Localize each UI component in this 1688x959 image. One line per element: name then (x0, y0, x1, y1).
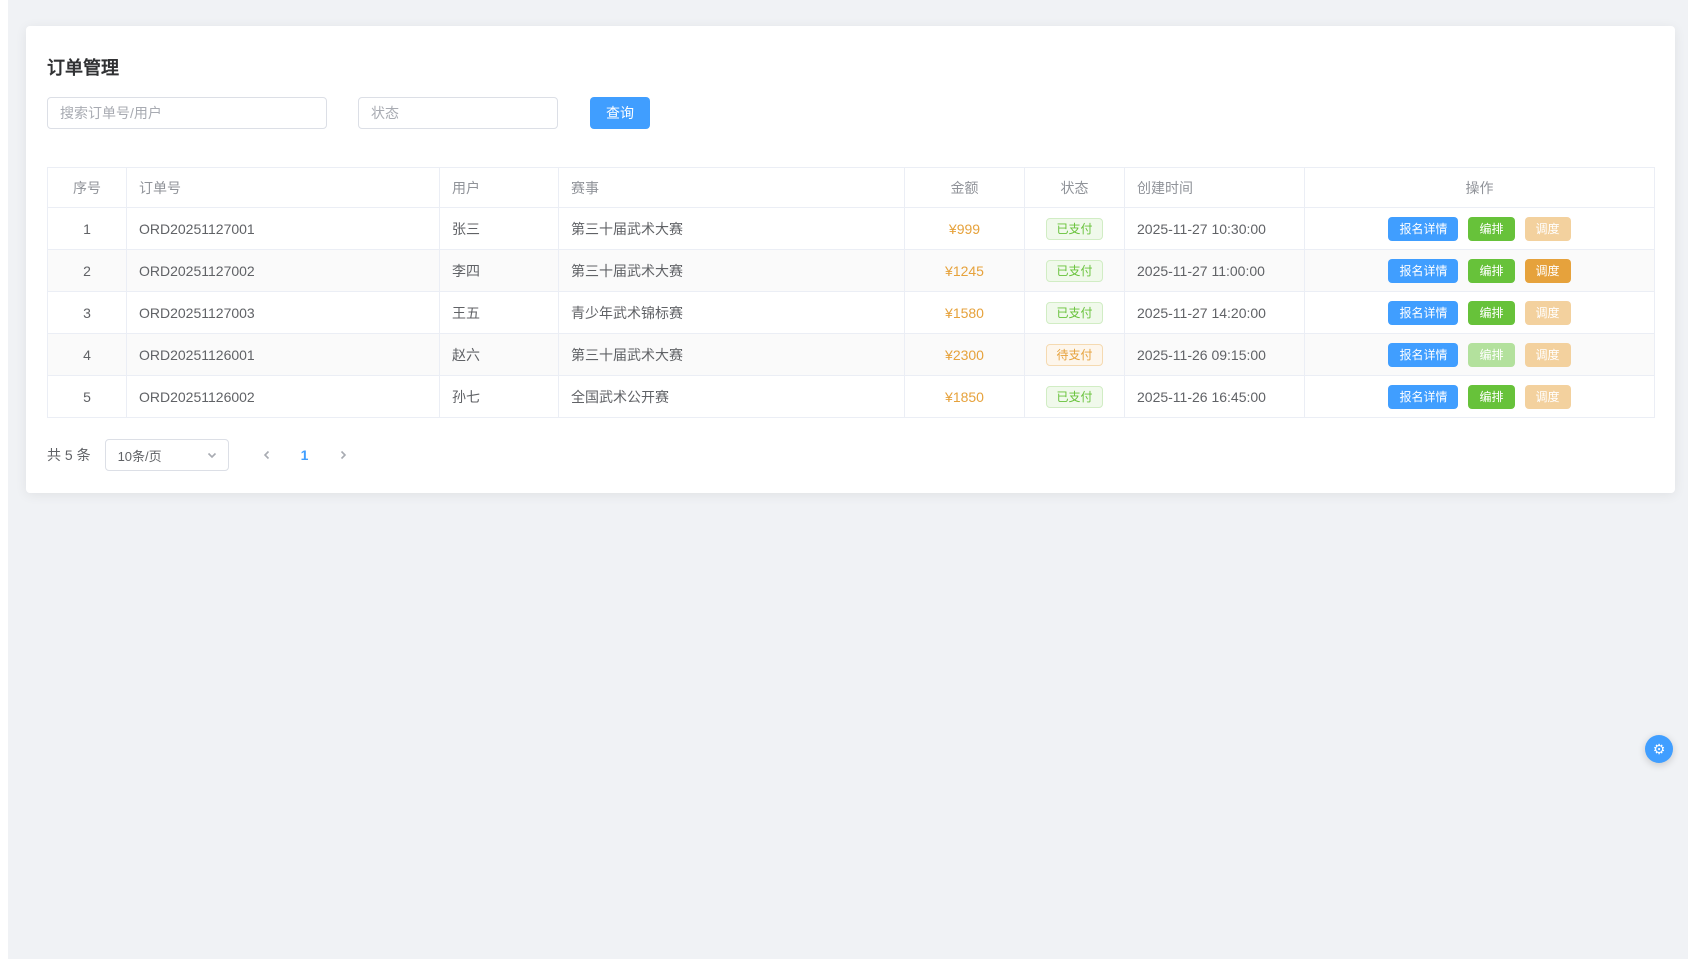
cell-actions: 报名详情编排调度 (1305, 376, 1655, 418)
column-header-createdAt: 创建时间 (1125, 168, 1305, 208)
gear-icon: ⚙ (1653, 742, 1666, 756)
cell-createdAt: 2025-11-26 16:45:00 (1125, 376, 1305, 418)
cell-orderNo: ORD20251127003 (127, 292, 440, 334)
chevron-down-icon (206, 449, 218, 461)
cell-amount: ¥999 (905, 208, 1025, 250)
cell-user: 王五 (440, 292, 559, 334)
column-header-event: 赛事 (559, 168, 905, 208)
table-row: 2ORD20251127002李四第三十届武术大赛 ¥1245 已支付 2025-11… (48, 250, 1655, 292)
dispatch-button[interactable]: 调度 (1525, 259, 1571, 283)
cell-orderNo: ORD20251127001 (127, 208, 440, 250)
orders-table: 序号订单号用户赛事金额状态创建时间操作 1ORD20251127001张三第三十… (47, 167, 1655, 418)
cell-event: 第三十届武术大赛 (559, 250, 905, 292)
cell-status: 已支付 (1025, 376, 1125, 418)
cell-user: 李四 (440, 250, 559, 292)
cell-status: 待支付 (1025, 334, 1125, 376)
column-header-status: 状态 (1025, 168, 1125, 208)
cell-user: 赵六 (440, 334, 559, 376)
search-input[interactable] (47, 97, 327, 129)
amount-text: ¥1850 (945, 389, 984, 405)
dispatch-button[interactable]: 调度 (1525, 343, 1571, 367)
cell-user: 张三 (440, 208, 559, 250)
page-title: 订单管理 (47, 56, 1654, 81)
cell-amount: ¥2300 (905, 334, 1025, 376)
column-header-user: 用户 (440, 168, 559, 208)
dispatch-button[interactable]: 调度 (1525, 301, 1571, 325)
amount-text: ¥1580 (945, 305, 984, 321)
column-header-amount: 金额 (905, 168, 1025, 208)
cell-createdAt: 2025-11-27 14:20:00 (1125, 292, 1305, 334)
cell-event: 第三十届武术大赛 (559, 208, 905, 250)
cell-user: 孙七 (440, 376, 559, 418)
left-edge-strip (0, 0, 8, 959)
table-row: 5ORD20251126002孙七全国武术公开赛 ¥1850 已支付 2025-11-… (48, 376, 1655, 418)
register-detail-button[interactable]: 报名详情 (1388, 343, 1458, 367)
register-detail-button[interactable]: 报名详情 (1388, 259, 1458, 283)
page-number-button[interactable]: 1 (291, 439, 319, 471)
cell-event: 第三十届武术大赛 (559, 334, 905, 376)
cell-orderNo: ORD20251126001 (127, 334, 440, 376)
cell-status: 已支付 (1025, 292, 1125, 334)
cell-index: 2 (48, 250, 127, 292)
cell-amount: ¥1245 (905, 250, 1025, 292)
table-header-row: 序号订单号用户赛事金额状态创建时间操作 (48, 168, 1655, 208)
cell-actions: 报名详情编排调度 (1305, 208, 1655, 250)
status-badge: 已支付 (1046, 218, 1102, 240)
cell-createdAt: 2025-11-26 09:15:00 (1125, 334, 1305, 376)
table-row: 3ORD20251127003王五青少年武术锦标赛 ¥1580 已支付 2025-11… (48, 292, 1655, 334)
table-row: 1ORD20251127001张三第三十届武术大赛 ¥999 已支付 2025-11-… (48, 208, 1655, 250)
next-page-button[interactable] (329, 439, 357, 471)
arrange-button[interactable]: 编排 (1468, 343, 1514, 367)
order-management-card: 订单管理 查询 序号订单号用户赛事金额状态创建时间操作 1ORD20251127… (26, 26, 1675, 493)
status-badge: 已支付 (1046, 260, 1102, 282)
column-header-actions: 操作 (1305, 168, 1655, 208)
prev-page-button[interactable] (253, 439, 281, 471)
cell-orderNo: ORD20251126002 (127, 376, 440, 418)
cell-createdAt: 2025-11-27 11:00:00 (1125, 250, 1305, 292)
arrange-button[interactable]: 编排 (1468, 217, 1514, 241)
arrange-button[interactable]: 编排 (1468, 301, 1514, 325)
chevron-right-icon (337, 449, 349, 461)
query-button[interactable]: 查询 (590, 97, 650, 129)
register-detail-button[interactable]: 报名详情 (1388, 385, 1458, 409)
cell-actions: 报名详情编排调度 (1305, 334, 1655, 376)
cell-status: 已支付 (1025, 250, 1125, 292)
dispatch-button[interactable]: 调度 (1525, 385, 1571, 409)
amount-text: ¥999 (949, 221, 980, 237)
cell-amount: ¥1580 (905, 292, 1025, 334)
cell-createdAt: 2025-11-27 10:30:00 (1125, 208, 1305, 250)
table-row: 4ORD20251126001赵六第三十届武术大赛 ¥2300 待支付 2025-11… (48, 334, 1655, 376)
arrange-button[interactable]: 编排 (1468, 385, 1514, 409)
status-badge: 待支付 (1046, 344, 1102, 366)
status-badge: 已支付 (1046, 386, 1102, 408)
cell-actions: 报名详情编排调度 (1305, 292, 1655, 334)
arrange-button[interactable]: 编排 (1468, 259, 1514, 283)
chevron-left-icon (261, 449, 273, 461)
pagination: 共 5 条 10条/页 1 (47, 439, 1654, 471)
total-count: 共 5 条 (47, 445, 91, 465)
dispatch-button[interactable]: 调度 (1525, 217, 1571, 241)
cell-index: 4 (48, 334, 127, 376)
cell-actions: 报名详情编排调度 (1305, 250, 1655, 292)
cell-status: 已支付 (1025, 208, 1125, 250)
cell-index: 5 (48, 376, 127, 418)
register-detail-button[interactable]: 报名详情 (1388, 217, 1458, 241)
amount-text: ¥1245 (945, 263, 984, 279)
cell-event: 全国武术公开赛 (559, 376, 905, 418)
register-detail-button[interactable]: 报名详情 (1388, 301, 1458, 325)
cell-index: 1 (48, 208, 127, 250)
cell-orderNo: ORD20251127002 (127, 250, 440, 292)
cell-event: 青少年武术锦标赛 (559, 292, 905, 334)
settings-fab-button[interactable]: ⚙ (1645, 735, 1673, 763)
status-select[interactable] (358, 97, 558, 129)
cell-amount: ¥1850 (905, 376, 1025, 418)
page-size-value: 10条/页 (118, 446, 162, 465)
cell-index: 3 (48, 292, 127, 334)
filter-bar: 查询 (47, 97, 1654, 129)
column-header-orderNo: 订单号 (127, 168, 440, 208)
page-size-select[interactable]: 10条/页 (105, 439, 229, 471)
amount-text: ¥2300 (945, 347, 984, 363)
column-header-index: 序号 (48, 168, 127, 208)
status-badge: 已支付 (1046, 302, 1102, 324)
